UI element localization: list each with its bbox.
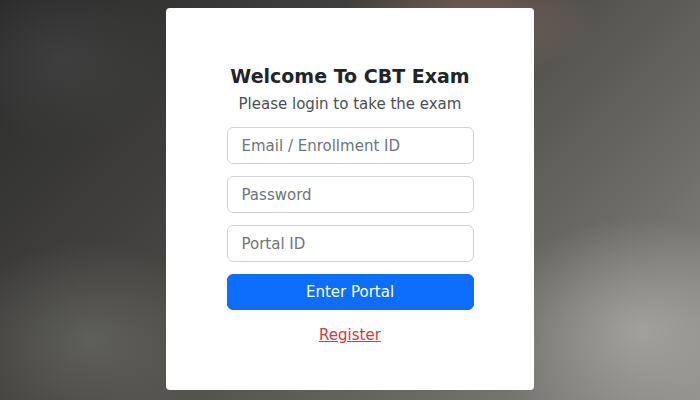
enter-portal-button[interactable]: Enter Portal xyxy=(227,274,474,310)
register-link[interactable]: Register xyxy=(319,325,381,345)
login-form: Enter Portal xyxy=(227,127,474,310)
page: Welcome To CBT Exam Please login to take … xyxy=(0,0,700,400)
portal-id-field[interactable] xyxy=(227,225,474,262)
password-field[interactable] xyxy=(227,176,474,213)
login-title: Welcome To CBT Exam xyxy=(230,64,469,88)
email-field[interactable] xyxy=(227,127,474,164)
login-card: Welcome To CBT Exam Please login to take … xyxy=(166,8,534,390)
login-subtitle: Please login to take the exam xyxy=(239,94,462,114)
